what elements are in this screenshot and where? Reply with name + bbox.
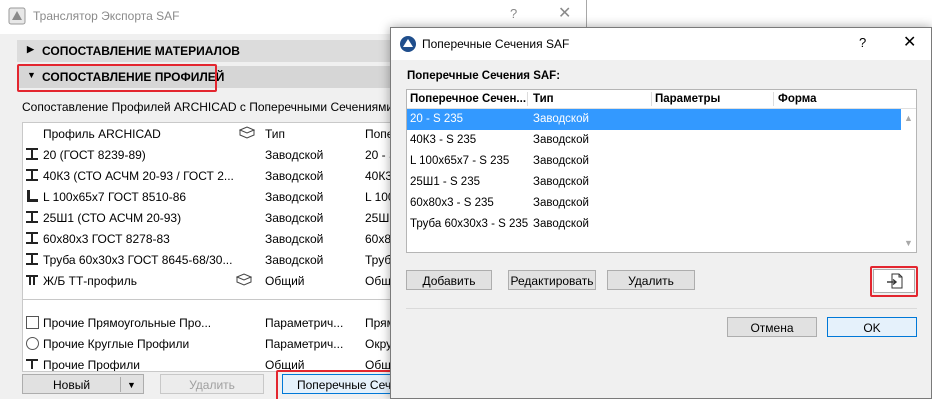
list-header: Поперечное Сечен... Тип Параметры Форма <box>407 90 916 109</box>
profile-type: Заводской <box>265 253 324 267</box>
tt-profile-icon <box>26 275 38 285</box>
generic-profile-icon <box>26 359 38 369</box>
help-button[interactable]: ? <box>859 35 866 50</box>
profile-name: 40К3 (СТО АСЧМ 20-93 / ГОСТ 2... <box>43 169 234 183</box>
column-separator <box>527 92 528 106</box>
profile-type: Заводской <box>265 148 324 162</box>
profile-type: Заводской <box>265 190 324 204</box>
export-button-highlight <box>870 266 918 297</box>
cancel-button[interactable]: Отмена <box>727 317 817 337</box>
archicad-app-icon <box>8 7 26 25</box>
slab-header-icon <box>239 126 255 139</box>
sections-label: Поперечные Сечения SAF: <box>407 70 561 82</box>
add-button[interactable]: Добавить <box>406 270 492 290</box>
section-type: Заводской <box>533 197 589 209</box>
profile-name: 20 (ГОСТ 8239-89) <box>43 148 146 162</box>
dialog-separator <box>406 308 917 309</box>
section-type: Заводской <box>533 176 589 188</box>
section-name: 25Ш1 - S 235 <box>410 176 480 188</box>
section-name: 20 - S 235 <box>410 113 464 125</box>
profile-type: Заводской <box>265 169 324 183</box>
angle-profile-icon <box>27 190 38 202</box>
dropdown-arrow-icon[interactable]: ▼ <box>127 375 136 395</box>
list-item[interactable]: 40К3 - S 235 Заводской <box>407 130 901 151</box>
column-header-profile[interactable]: Профиль ARCHICAD <box>43 127 161 141</box>
i-beam-icon <box>26 253 38 265</box>
profile-type: Параметрич... <box>265 316 344 330</box>
i-beam-icon <box>26 169 38 181</box>
materials-section-label: СОПОСТАВЛЕНИЕ МАТЕРИАЛОВ <box>42 44 240 58</box>
help-button[interactable]: ? <box>510 6 517 21</box>
delete-button[interactable]: Удалить <box>160 374 264 394</box>
profile-type: Заводской <box>265 232 324 246</box>
profile-section: 40К3 <box>365 169 393 183</box>
dialog-title: Поперечные Сечения SAF <box>422 37 570 51</box>
column-header-type[interactable]: Тип <box>265 127 285 141</box>
column-header-shape[interactable]: Форма <box>778 93 816 105</box>
i-beam-icon <box>26 211 38 223</box>
profile-name: Прочие Круглые Профили <box>43 337 190 351</box>
ok-button[interactable]: OK <box>827 317 917 337</box>
section-type: Заводской <box>533 218 589 230</box>
column-header-section[interactable]: Поперечное Сечен... <box>410 93 526 105</box>
scroll-up-icon[interactable]: ▲ <box>904 113 913 123</box>
main-window-title: Транслятор Экспорта SAF <box>33 9 180 23</box>
i-beam-icon <box>26 232 38 244</box>
new-button-label: Новый <box>53 378 91 392</box>
list-item[interactable]: 20 - S 235 Заводской <box>407 109 901 130</box>
saf-sections-list[interactable]: Поперечное Сечен... Тип Параметры Форма … <box>406 89 917 253</box>
section-type: Заводской <box>533 113 589 125</box>
saf-sections-dialog: Поперечные Сечения SAF ? ✕ Поперечные Се… <box>390 27 932 399</box>
rectangular-profile-checkbox-icon[interactable] <box>26 316 39 329</box>
section-name: Труба 60x30x3 - S 235 <box>410 218 529 230</box>
round-profile-radio-icon[interactable] <box>26 337 39 350</box>
profile-type: Заводской <box>265 211 324 225</box>
expand-triangle-icon: ▶ <box>27 44 34 54</box>
profiles-description: Сопоставление Профилей ARCHICAD с Попере… <box>22 100 420 114</box>
profiles-section-highlight <box>17 64 217 92</box>
section-name: 40К3 - S 235 <box>410 134 477 146</box>
profile-name: Прочие Профили <box>43 358 140 372</box>
profile-type: Параметрич... <box>265 337 344 351</box>
profile-name: 60x80x3 ГОСТ 8278-83 <box>43 232 170 246</box>
close-button[interactable]: ✕ <box>903 32 916 52</box>
profile-name: Ж/Б ТТ-профиль <box>43 274 137 288</box>
split-separator <box>120 377 121 392</box>
archicad-app-icon <box>400 36 416 52</box>
column-separator <box>773 92 774 106</box>
profile-name: Прочие Прямоугольные Про... <box>43 316 212 330</box>
profile-type: Общий <box>265 274 305 288</box>
dialog-titlebar: Поперечные Сечения SAF ? ✕ <box>391 28 931 60</box>
remove-button[interactable]: Удалить <box>607 270 695 290</box>
section-type: Заводской <box>533 155 589 167</box>
edit-button[interactable]: Редактировать <box>508 270 596 290</box>
i-beam-icon <box>26 148 38 160</box>
new-button[interactable]: Новый ▼ <box>22 374 144 394</box>
column-header-params[interactable]: Параметры <box>655 93 720 105</box>
column-separator <box>651 92 652 106</box>
section-name: L 100x65x7 - S 235 <box>410 155 510 167</box>
profile-name: 25Ш1 (СТО АСЧМ 20-93) <box>43 211 182 225</box>
close-button[interactable]: ✕ <box>558 3 571 23</box>
scroll-down-icon[interactable]: ▼ <box>904 238 913 248</box>
list-item[interactable]: 25Ш1 - S 235 Заводской <box>407 172 901 193</box>
column-header-type[interactable]: Тип <box>533 93 554 105</box>
list-item[interactable]: Труба 60x30x3 - S 235 Заводской <box>407 214 901 235</box>
list-item[interactable]: 60x80x3 - S 235 Заводской <box>407 193 901 214</box>
slab-icon <box>236 273 252 286</box>
section-type: Заводской <box>533 134 589 146</box>
section-name: 60x80x3 - S 235 <box>410 197 494 209</box>
profile-name: Труба 60x30x3 ГОСТ 8645-68/30... <box>43 253 233 267</box>
list-item[interactable]: L 100x65x7 - S 235 Заводской <box>407 151 901 172</box>
profile-name: L 100x65x7 ГОСТ 8510-86 <box>43 190 187 204</box>
